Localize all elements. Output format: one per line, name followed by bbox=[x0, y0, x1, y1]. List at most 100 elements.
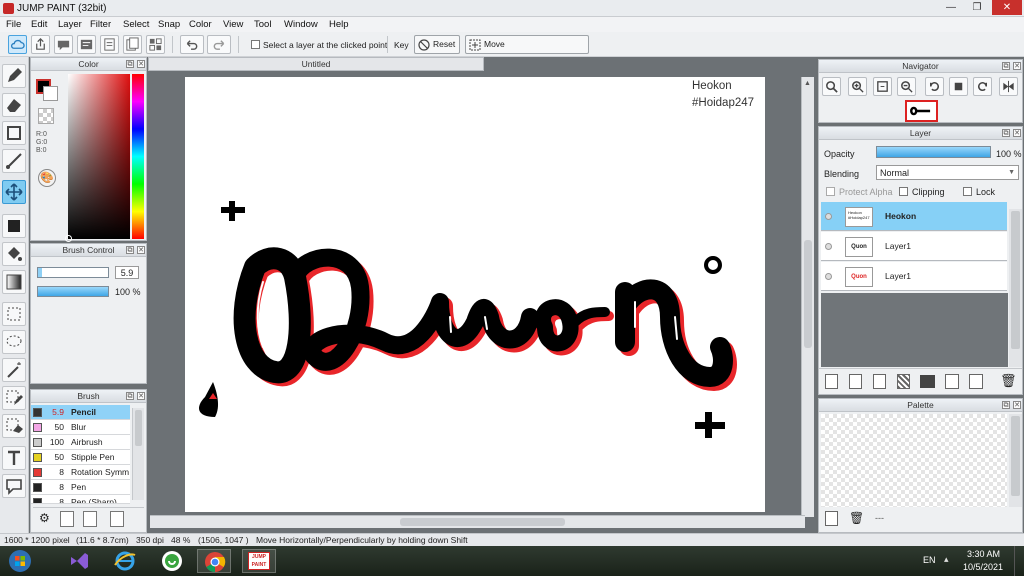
brush-item[interactable]: 100 Airbrush bbox=[31, 435, 130, 450]
close-button[interactable]: ✕ bbox=[992, 0, 1022, 15]
menu-view[interactable]: View bbox=[223, 19, 243, 30]
brush-settings-icon[interactable]: ⚙ bbox=[39, 511, 55, 527]
menu-layer[interactable]: Layer bbox=[58, 19, 82, 30]
select-rect-tool-icon[interactable] bbox=[2, 302, 26, 326]
close-icon[interactable]: ✕ bbox=[137, 392, 145, 400]
menu-edit[interactable]: Edit bbox=[31, 19, 47, 30]
zoom-in-icon[interactable] bbox=[848, 77, 867, 96]
scroll-up-icon[interactable]: ▲ bbox=[804, 80, 812, 90]
fill-black-tool-icon[interactable] bbox=[2, 214, 26, 238]
close-icon[interactable]: ✕ bbox=[1013, 62, 1021, 70]
undock-icon[interactable]: ⧉ bbox=[126, 392, 134, 400]
maximize-button[interactable]: ❐ bbox=[964, 0, 990, 15]
grid-layout-icon[interactable] bbox=[146, 35, 165, 54]
clock-time[interactable]: 3:30 AM bbox=[967, 549, 1000, 559]
reset-button[interactable]: Reset bbox=[414, 35, 460, 54]
document-tab[interactable]: Untitled bbox=[148, 57, 484, 71]
brush-item[interactable]: 8 Rotation Symmetry bbox=[31, 465, 130, 480]
hue-slider[interactable] bbox=[132, 74, 144, 239]
pen-tool-icon[interactable] bbox=[2, 64, 26, 88]
close-icon[interactable]: ✕ bbox=[137, 246, 145, 254]
brush-item[interactable]: 50 Blur bbox=[31, 420, 130, 435]
layer-opacity-slider[interactable] bbox=[876, 146, 991, 158]
lasso-tool-icon[interactable] bbox=[2, 330, 26, 354]
scroll-thumb[interactable] bbox=[804, 240, 812, 348]
select-pen-tool-icon[interactable] bbox=[2, 386, 26, 410]
menu-file[interactable]: File bbox=[6, 19, 21, 30]
duplicate-layer-icon[interactable] bbox=[945, 374, 959, 389]
close-icon[interactable]: ✕ bbox=[1013, 401, 1021, 409]
brush-item[interactable]: 50 Stipple Pen bbox=[31, 450, 130, 465]
pages-icon[interactable] bbox=[123, 35, 142, 54]
palette-scrollbar[interactable] bbox=[1009, 414, 1022, 507]
share-icon[interactable] bbox=[31, 35, 50, 54]
tone-layer-icon[interactable] bbox=[897, 374, 910, 389]
undock-icon[interactable]: ⧉ bbox=[1002, 401, 1010, 409]
palette-swatch-area[interactable] bbox=[821, 414, 1007, 507]
minimize-button[interactable]: — bbox=[938, 0, 964, 15]
undo-icon[interactable] bbox=[180, 35, 204, 54]
rectangle-tool-icon[interactable] bbox=[2, 121, 26, 145]
blending-select[interactable]: Normal ▼ bbox=[876, 165, 1019, 180]
flip-horizontal-icon[interactable] bbox=[999, 77, 1018, 96]
saturation-value-picker[interactable] bbox=[65, 74, 130, 242]
zoom-out-icon[interactable] bbox=[897, 77, 916, 96]
page-icon[interactable] bbox=[100, 35, 119, 54]
text-tool-icon[interactable] bbox=[2, 446, 26, 470]
new-brush-icon[interactable] bbox=[60, 511, 74, 527]
scroll-thumb[interactable] bbox=[135, 410, 142, 446]
menu-window[interactable]: Window bbox=[284, 19, 318, 30]
menu-select[interactable]: Select bbox=[123, 19, 149, 30]
start-button[interactable] bbox=[3, 549, 39, 573]
redo-icon[interactable] bbox=[207, 35, 231, 54]
scroll-thumb[interactable] bbox=[1011, 416, 1020, 496]
tray-chevron-icon[interactable]: ▴ bbox=[944, 554, 949, 565]
delete-layer-icon[interactable]: 🗑 bbox=[1000, 374, 1017, 389]
clock-date[interactable]: 10/5/2021 bbox=[963, 562, 1003, 572]
menu-snap[interactable]: Snap bbox=[158, 19, 180, 30]
close-icon[interactable]: ✕ bbox=[1013, 129, 1021, 137]
gradient-tool-icon[interactable] bbox=[2, 270, 26, 294]
show-desktop-button[interactable] bbox=[1014, 546, 1024, 576]
speech-bubble-tool-icon[interactable] bbox=[2, 474, 26, 498]
text-frame-icon[interactable] bbox=[77, 35, 96, 54]
magic-wand-tool-icon[interactable] bbox=[2, 358, 26, 382]
new-layer-icon[interactable] bbox=[825, 374, 838, 389]
brush-size-value[interactable]: 5.9 bbox=[115, 266, 139, 279]
chrome-taskbar-icon[interactable] bbox=[197, 549, 231, 573]
undock-icon[interactable]: ⧉ bbox=[126, 60, 134, 68]
layer-row[interactable]: Quon Layer1 bbox=[821, 232, 1007, 261]
palette-picker-icon[interactable]: 🎨 bbox=[38, 169, 56, 187]
brush-item[interactable]: 8 Pen bbox=[31, 480, 130, 495]
menu-help[interactable]: Help bbox=[329, 19, 349, 30]
rotate-right-icon[interactable] bbox=[973, 77, 992, 96]
eraser-tool-icon[interactable] bbox=[2, 93, 26, 117]
brush-menu-icon[interactable] bbox=[83, 511, 97, 527]
visibility-icon[interactable] bbox=[825, 213, 832, 220]
brush-list-scrollbar[interactable] bbox=[132, 408, 144, 500]
canvas-paper[interactable]: Heokon #Hoidap247 bbox=[185, 77, 765, 512]
jump-paint-taskbar-icon[interactable]: JUMP PAINT bbox=[242, 549, 276, 573]
brush-opacity-slider[interactable] bbox=[37, 286, 109, 297]
move-hv-button[interactable]: Move horizontally/vertically bbox=[465, 35, 589, 66]
canvas-vertical-scrollbar[interactable]: ▲ bbox=[801, 77, 814, 517]
new-palette-color-icon[interactable] bbox=[825, 511, 838, 526]
cloud-icon[interactable] bbox=[8, 35, 27, 54]
internet-explorer-taskbar-icon[interactable] bbox=[108, 549, 142, 573]
move-tool-icon[interactable] bbox=[2, 180, 26, 204]
visibility-icon[interactable] bbox=[825, 243, 832, 250]
layer-row[interactable]: Heokon #Hoidap247 Heokon bbox=[821, 202, 1007, 231]
undock-icon[interactable]: ⧉ bbox=[1002, 129, 1010, 137]
layer-list-scrollbar[interactable] bbox=[1009, 209, 1022, 367]
layer-row[interactable]: Quon Layer1 bbox=[821, 262, 1007, 291]
comment-icon[interactable] bbox=[54, 35, 73, 54]
clipping-checkbox[interactable] bbox=[899, 187, 908, 196]
bucket-tool-icon[interactable] bbox=[2, 242, 26, 266]
canvas-horizontal-scrollbar[interactable] bbox=[150, 515, 805, 528]
undock-icon[interactable]: ⧉ bbox=[126, 246, 134, 254]
zoom-fit-icon[interactable] bbox=[822, 77, 841, 96]
merge-layer-icon[interactable] bbox=[969, 374, 983, 389]
protect-alpha-checkbox[interactable] bbox=[826, 187, 835, 196]
undock-icon[interactable]: ⧉ bbox=[1002, 62, 1010, 70]
brush-copy-icon[interactable] bbox=[110, 511, 124, 527]
